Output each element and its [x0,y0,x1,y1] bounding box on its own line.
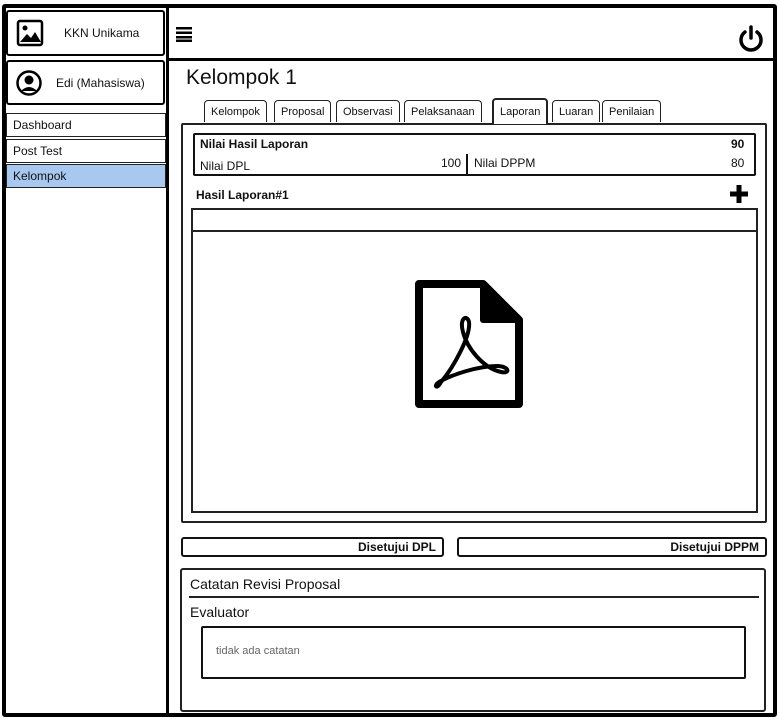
viewer-toolbar-divider [193,230,756,232]
notes-title: Catatan Revisi Proposal [190,576,341,592]
approved-dpl-button[interactable]: Disetujui DPL [181,537,444,557]
score-divider [466,154,468,176]
score-dppm-label: Nilai DPPM [474,156,536,170]
image-icon [16,19,44,47]
tab-proposal[interactable]: Proposal [274,100,332,122]
tab-laporan[interactable]: Laporan [492,98,549,124]
note-text: tidak ada catatan [216,645,300,657]
tab-label: Pelaksanaan [411,105,475,118]
plus-icon[interactable] [728,183,750,205]
tab-penilaian[interactable]: Penilaian [602,100,662,122]
report-title: Hasil Laporan#1 [196,188,289,202]
page-title: Kelompok 1 [186,66,297,89]
evaluator-label: Evaluator [190,604,250,620]
user-profile[interactable]: Edi (Mahasiswa) [6,60,165,105]
hamburger-icon[interactable] [176,26,192,42]
power-icon[interactable] [736,24,766,54]
tab-pelaksanaan[interactable]: Pelaksanaan [404,100,482,122]
app-title: KKN Unikama [64,26,140,40]
sidebar-item-label: Kelompok [13,169,67,183]
tab-observasi[interactable]: Observasi [336,100,400,122]
user-name: Edi (Mahasiswa) [56,75,145,90]
tab-label: Kelompok [211,105,260,118]
notes-divider [189,596,759,598]
score-dpl-label: Nilai DPL [200,159,251,173]
header-divider [169,58,773,61]
score-dpl-value: 100 [441,156,462,170]
user-avatar-icon [16,69,42,96]
approved-dppm-label: Disetujui DPPM [670,540,759,554]
sidebar-item-label: Dashboard [13,118,72,132]
sidebar-item-dashboard[interactable]: Dashboard [6,113,166,137]
document-viewer[interactable] [191,208,758,513]
tab-luaran[interactable]: Luaran [552,100,601,122]
score-dppm-value: 80 [731,156,745,170]
tab-label: Luaran [559,105,594,118]
sidebar-item-kelompok[interactable]: Kelompok [6,164,166,188]
score-total: 90 [731,137,745,151]
approved-dppm-button[interactable]: Disetujui DPPM [457,537,767,557]
sidebar-item-label: Post Test [13,144,63,158]
tab-label: Proposal [281,105,325,118]
brand[interactable]: KKN Unikama [6,10,165,56]
score-title: Nilai Hasil Laporan [200,137,309,151]
tab-label: Laporan [500,106,541,118]
approved-dpl-label: Disetujui DPL [357,540,436,554]
sidebar-item-post-test[interactable]: Post Test [6,139,166,163]
tab-label: Penilaian [609,105,655,118]
tab-kelompok[interactable]: Kelompok [204,100,267,122]
pdf-file-icon [415,280,523,408]
tab-label: Observasi [343,105,393,118]
